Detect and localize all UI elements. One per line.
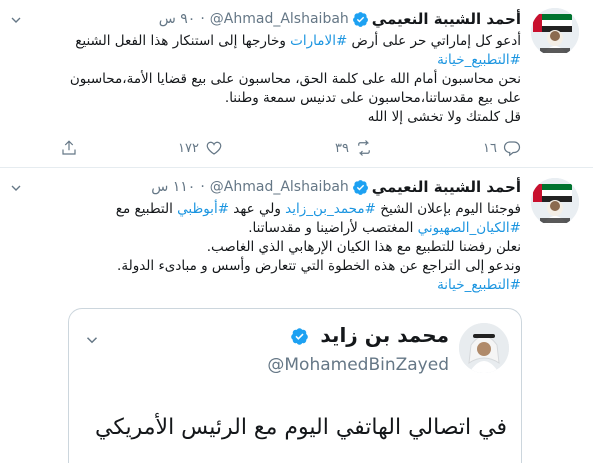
- tweet[interactable]: أحمد الشيبة النعيمي @Ahmad_Alshaibah · ٩…: [0, 0, 593, 168]
- hashtag-link[interactable]: #الامارات: [290, 33, 347, 49]
- tweet-line: نعلن رفضنا للتطبيع مع هذا الكيان الإرهاب…: [10, 238, 521, 257]
- tweet-line: نحن محاسبون أمام الله على كلمة الحق، محا…: [10, 70, 521, 89]
- retweet-count: ٣٩: [335, 140, 349, 156]
- tweet-text: فوجئنا اليوم بإعلان الشيخ #محمد_بن_زايد …: [10, 200, 521, 295]
- tweet-actions: ١٦ ٣٩ ١٧٢: [60, 139, 521, 159]
- tweet-time[interactable]: ١١٠ س: [151, 179, 195, 195]
- retweet-icon: [358, 140, 370, 156]
- avatar[interactable]: [531, 8, 579, 56]
- chevron-down-icon[interactable]: [8, 12, 24, 28]
- tweet-header: أحمد الشيبة النعيمي @Ahmad_Alshaibah · ٩…: [10, 9, 521, 29]
- text-segment: المغتصب لأراضينا و مقدساتنا.: [248, 220, 418, 236]
- tweet-line: #التطبيع_خيانة: [10, 276, 521, 295]
- reply-button[interactable]: ١٦: [483, 139, 521, 157]
- hashtag-link[interactable]: #التطبيع_خيانة: [437, 277, 521, 293]
- text-segment: ولي عهد: [229, 201, 286, 217]
- like-button[interactable]: ١٧٢: [178, 139, 223, 157]
- text-segment: نعلن رفضنا للتطبيع مع هذا الكيان الإرهاب…: [206, 239, 521, 255]
- author-name[interactable]: أحمد الشيبة النعيمي: [372, 178, 521, 196]
- text-segment: أدعو كل إماراتي حر على أرض: [347, 33, 521, 49]
- reply-icon: [503, 141, 521, 157]
- avatar[interactable]: [531, 178, 579, 226]
- hashtag-link[interactable]: #التطبيع_خيانة: [437, 52, 521, 68]
- text-segment: وخارجها إلى استنكار هذا الفعل الشنيع: [75, 33, 291, 49]
- like-icon: [206, 141, 222, 155]
- author-handle[interactable]: @Ahmad_Alshaibah: [210, 179, 349, 195]
- quoted-author-handle[interactable]: @MohamedBinZayed: [267, 355, 449, 375]
- tweet-line: #التطبيع_خيانة: [10, 51, 521, 70]
- chevron-down-icon[interactable]: [83, 331, 101, 349]
- tweet-line: قل كلمتك ولا تخشى إلا الله: [10, 108, 521, 127]
- verified-badge-icon: [352, 11, 369, 28]
- text-segment: نحن محاسبون أمام الله على كلمة الحق، محا…: [69, 71, 521, 87]
- tweet-line: #الكيان_الصهيوني المغتصب لأراضينا و مقدس…: [10, 219, 521, 238]
- tweet-time[interactable]: ٩٠ س: [159, 11, 196, 27]
- tweet-content: أحمد الشيبة النعيمي @Ahmad_Alshaibah · ٩…: [10, 9, 521, 127]
- tweet[interactable]: أحمد الشيبة النعيمي @Ahmad_Alshaibah · ١…: [0, 168, 593, 463]
- retweet-button[interactable]: ٣٩: [335, 139, 373, 157]
- tweet-line: أدعو كل إماراتي حر على أرض #الامارات وخا…: [10, 32, 521, 51]
- tweet-line: وندعو إلى التراجع عن هذه الخطوة التي تتع…: [10, 257, 521, 276]
- tweet-header: أحمد الشيبة النعيمي @Ahmad_Alshaibah · ١…: [10, 177, 521, 197]
- text-segment: قل كلمتك ولا تخشى إلا الله: [367, 109, 521, 125]
- tweet-content: أحمد الشيبة النعيمي @Ahmad_Alshaibah · ١…: [10, 177, 521, 295]
- share-button[interactable]: [54, 139, 78, 157]
- tweet-line: على بيع مقدساتنا،محاسبون على تدنيس سمعة …: [10, 89, 521, 108]
- author-name[interactable]: أحمد الشيبة النعيمي: [372, 10, 521, 28]
- hashtag-link[interactable]: #محمد_بن_زايد: [285, 201, 376, 217]
- verified-badge-icon: [290, 327, 309, 346]
- chevron-down-icon[interactable]: [8, 180, 24, 196]
- reply-count: ١٦: [483, 140, 497, 156]
- quoted-author-name-text: محمد بن زايد: [320, 323, 449, 347]
- verified-badge-icon: [352, 179, 369, 196]
- separator-dot: ·: [200, 179, 205, 195]
- quoted-author-name[interactable]: محمد بن زايد: [290, 323, 449, 347]
- share-icon: [62, 140, 76, 155]
- hashtag-link[interactable]: #أبوظبي: [177, 201, 229, 217]
- tweet-line: فوجئنا اليوم بإعلان الشيخ #محمد_بن_زايد …: [10, 200, 521, 219]
- like-count: ١٧٢: [178, 140, 199, 156]
- text-segment: التطبيع مع: [115, 201, 178, 217]
- quoted-avatar[interactable]: [459, 323, 509, 373]
- text-segment: فوجئنا اليوم بإعلان الشيخ: [375, 201, 521, 217]
- hashtag-link[interactable]: #الكيان_الصهيوني: [418, 220, 521, 236]
- separator-dot: ·: [200, 11, 205, 27]
- text-segment: على بيع مقدساتنا،محاسبون على تدنيس سمعة …: [224, 90, 521, 106]
- quoted-tweet-card[interactable]: محمد بن زايد @MohamedBinZayed في اتصالي …: [68, 308, 522, 463]
- text-segment: وندعو إلى التراجع عن هذه الخطوة التي تتع…: [117, 258, 521, 274]
- tweet-text: أدعو كل إماراتي حر على أرض #الامارات وخا…: [10, 32, 521, 127]
- author-handle[interactable]: @Ahmad_Alshaibah: [210, 11, 349, 27]
- quoted-tweet-text: في اتصالي الهاتفي اليوم مع الرئيس الأمري…: [94, 415, 507, 440]
